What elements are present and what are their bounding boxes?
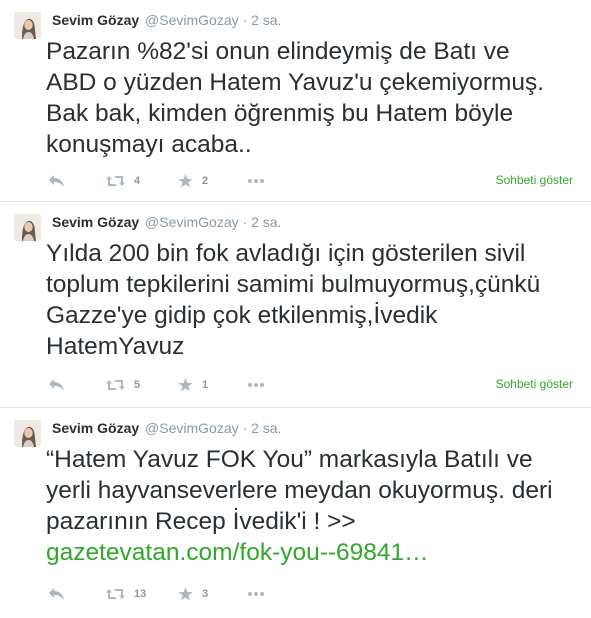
star-icon <box>178 378 193 392</box>
favorite-count: 1 <box>202 379 209 391</box>
avatar[interactable] <box>14 12 41 39</box>
reply-button[interactable] <box>48 171 65 191</box>
separator-dot: · <box>242 420 248 436</box>
retweet-button[interactable]: 13 <box>106 584 146 604</box>
tweet-header: Sevim Gözay @SevimGozay · 2 sa. <box>52 213 281 231</box>
favorite-count: 2 <box>202 175 209 187</box>
retweet-count: 13 <box>134 588 147 600</box>
avatar[interactable] <box>14 214 41 241</box>
author-username[interactable]: @SevimGozay <box>145 420 239 436</box>
author-name[interactable]: Sevim Gözay <box>52 420 139 436</box>
reply-button[interactable] <box>48 375 65 395</box>
tweet-timeline: Sevim Gözay @SevimGozay · 2 sa. Pazarın … <box>0 0 591 618</box>
more-button[interactable] <box>248 584 264 604</box>
more-icon <box>248 592 264 596</box>
reply-icon <box>49 379 64 391</box>
avatar[interactable] <box>14 420 41 447</box>
tweet[interactable]: Sevim Gözay @SevimGozay · 2 sa. Yılda 20… <box>0 202 591 408</box>
favorite-count: 3 <box>202 588 209 600</box>
author-username[interactable]: @SevimGozay <box>145 12 239 28</box>
favorite-button[interactable]: 2 <box>178 171 208 191</box>
more-button[interactable] <box>248 375 264 395</box>
tweet-header: Sevim Gözay @SevimGozay · 2 sa. <box>52 11 281 29</box>
reply-icon <box>49 175 64 187</box>
retweet-count: 5 <box>134 379 141 391</box>
star-icon <box>178 587 193 601</box>
author-name[interactable]: Sevim Gözay <box>52 12 139 28</box>
tweet-text: Yılda 200 bin fok avladığı için gösteril… <box>46 240 541 360</box>
tweet-actions: 5 1 Sohbeti göster <box>48 375 588 395</box>
retweet-button[interactable]: 5 <box>106 375 140 395</box>
star-icon <box>178 174 193 188</box>
tweet[interactable]: Sevim Gözay @SevimGozay · 2 sa. “Hatem Y… <box>0 408 591 618</box>
tweet-timestamp[interactable]: 2 sa. <box>251 420 281 436</box>
reply-icon <box>49 588 64 600</box>
separator-dot: · <box>242 12 248 28</box>
favorite-button[interactable]: 3 <box>178 584 208 604</box>
tweet-timestamp[interactable]: 2 sa. <box>251 214 281 230</box>
retweet-count: 4 <box>134 175 141 187</box>
tweet-text: Pazarın %82'si onun elindeymiş de Batı v… <box>46 38 545 158</box>
show-conversation-link[interactable]: Sohbeti göster <box>496 173 573 187</box>
tweet-timestamp[interactable]: 2 sa. <box>251 12 281 28</box>
tweet-url-link[interactable]: gazetevatan.com/fok-you--69841… <box>46 539 429 566</box>
favorite-button[interactable]: 1 <box>178 375 208 395</box>
tweet-text: “Hatem Yavuz FOK You” markasıyla Batılı … <box>46 444 586 568</box>
more-icon <box>248 179 264 183</box>
retweet-icon <box>106 589 125 599</box>
author-username[interactable]: @SevimGozay <box>145 214 239 230</box>
tweet[interactable]: Sevim Gözay @SevimGozay · 2 sa. Pazarın … <box>0 0 591 202</box>
tweet-text-body: “Hatem Yavuz FOK You” markasıyla Batılı … <box>46 446 553 535</box>
author-name[interactable]: Sevim Gözay <box>52 214 139 230</box>
tweet-actions: 4 2 Sohbeti göster <box>48 171 588 191</box>
show-conversation-link[interactable]: Sohbeti göster <box>496 377 573 391</box>
retweet-icon <box>106 176 125 186</box>
more-button[interactable] <box>248 171 264 191</box>
retweet-icon <box>106 380 125 390</box>
separator-dot: · <box>242 214 248 230</box>
retweet-button[interactable]: 4 <box>106 171 140 191</box>
reply-button[interactable] <box>48 584 65 604</box>
tweet-actions: 13 3 <box>48 584 588 604</box>
more-icon <box>248 383 264 387</box>
tweet-header: Sevim Gözay @SevimGozay · 2 sa. <box>52 419 281 437</box>
